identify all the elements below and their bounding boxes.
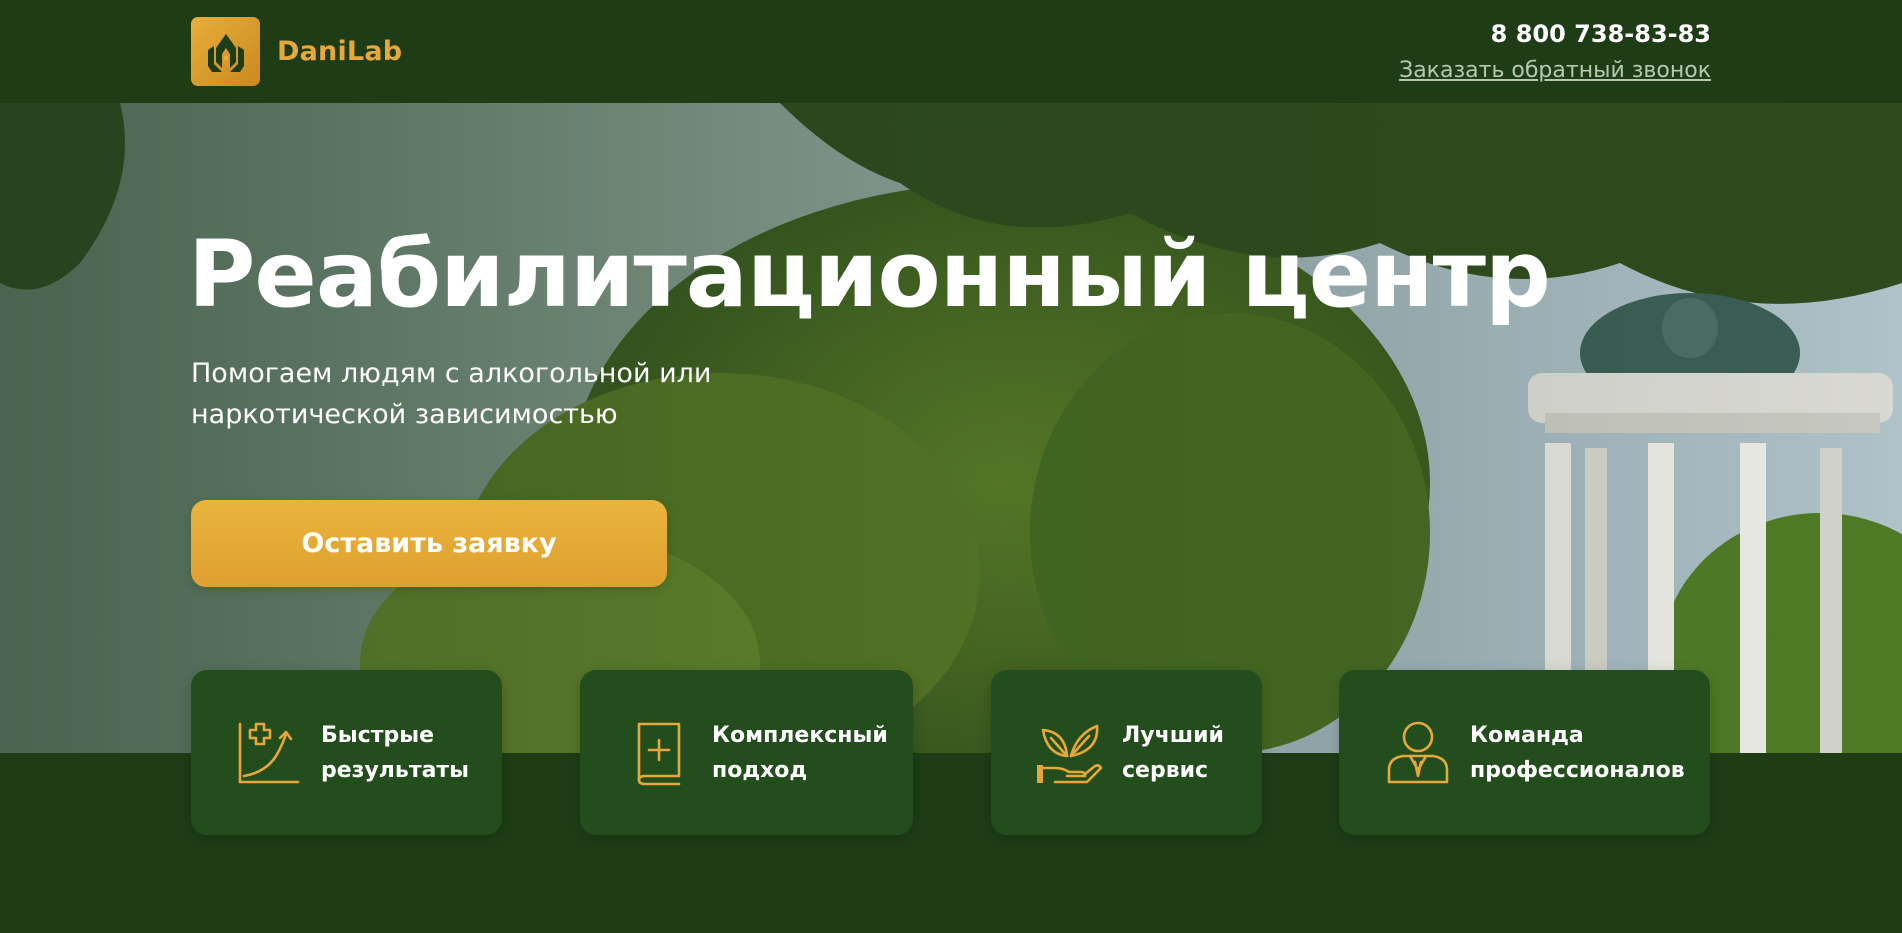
feature-label: Лучший сервис — [1122, 722, 1224, 783]
site-header: DaniLab 8 800 738-83-83 Заказать обратны… — [0, 0, 1902, 103]
phone-link[interactable]: 8 800 738-83-83 — [1399, 20, 1711, 48]
hero-section: Реабилитационный центр Помогаем людям с … — [0, 103, 1902, 753]
feature-card-professional-team: Команда профессионалов — [1339, 670, 1710, 835]
callback-link[interactable]: Заказать обратный звонок — [1399, 58, 1711, 83]
feature-label: Команда профессионалов — [1470, 722, 1685, 783]
contacts: 8 800 738-83-83 Заказать обратный звонок — [1399, 20, 1711, 83]
logo[interactable]: DaniLab — [191, 17, 402, 86]
feature-label: Быстрые результаты — [321, 722, 470, 783]
feature-label: Комплексный подход — [712, 722, 888, 783]
medical-book-icon — [637, 722, 681, 785]
hand-leaves-icon — [1037, 724, 1103, 783]
growth-chart-icon — [238, 722, 300, 783]
feature-card-fast-results: Быстрые результаты — [191, 670, 502, 835]
hero-title: Реабилитационный центр — [188, 221, 1551, 328]
feature-card-complex-approach: Комплексный подход — [580, 670, 913, 835]
logo-hands-icon — [191, 17, 260, 86]
submit-request-button[interactable]: Оставить заявку — [191, 500, 667, 587]
brand-name: DaniLab — [277, 36, 403, 67]
hero-subtitle: Помогаем людям с алкогольной или наркоти… — [191, 358, 712, 430]
feature-card-best-service: Лучший сервис — [991, 670, 1262, 835]
professional-person-icon — [1387, 721, 1449, 783]
